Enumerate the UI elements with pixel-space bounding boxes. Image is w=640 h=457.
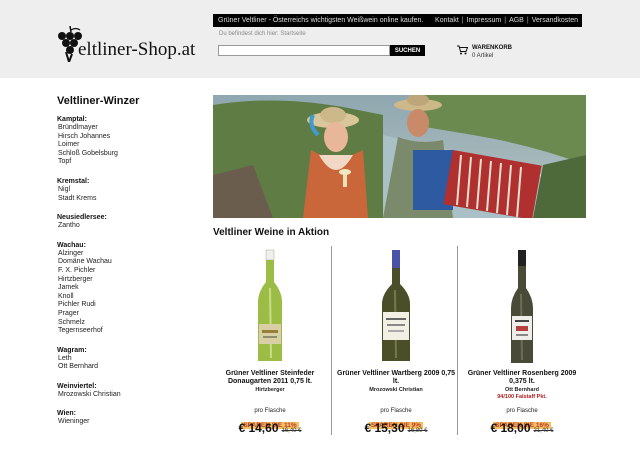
search-input[interactable] <box>218 45 390 56</box>
separator: | <box>461 17 464 24</box>
sidebar: Veltliner-Winzer Kamptal: Bründlmayer Hi… <box>57 95 197 437</box>
breadcrumb: Du befindest dich hier: Startseite <box>219 31 306 37</box>
search-button[interactable]: SUCHEN <box>390 45 425 56</box>
grapes-logo-icon <box>58 26 82 62</box>
wine-bottle-icon <box>511 250 533 363</box>
price-row: € 18,00 21,40 € <box>463 421 581 435</box>
hero-banner-image <box>213 95 586 218</box>
old-price: 16,40 € <box>281 428 302 434</box>
winery-link[interactable]: Loimer <box>57 141 197 150</box>
product-card[interactable]: Grüner Veltliner Wartberg 2009 0,75 lt. … <box>337 245 455 435</box>
tagline: Grüner Veltliner - Österreichs wichtigst… <box>218 17 424 24</box>
product-card[interactable]: Grüner Veltliner Steinfeder Donaugarten … <box>211 245 329 435</box>
winery-link[interactable]: Mrozowski Christian <box>57 391 197 400</box>
winery-link[interactable]: F. X. Pichler <box>57 267 197 276</box>
winery-link[interactable]: Hirtzberger <box>57 276 197 285</box>
cart-title: WARENKORB <box>472 45 512 51</box>
old-price: 16,80 € <box>407 428 428 434</box>
product-name[interactable]: Grüner Veltliner Rosenberg 2009 0,375 lt… <box>463 370 581 386</box>
header: eltliner-Shop.at Grüner Veltliner - Öste… <box>0 0 640 78</box>
product-producer: Mrozowski Christian <box>369 387 423 393</box>
winery-link[interactable]: Alzinger <box>57 250 197 259</box>
product-card[interactable]: Grüner Veltliner Rosenberg 2009 0,375 lt… <box>463 245 581 435</box>
region-wien: Wien: Wieninger <box>57 409 197 427</box>
winery-link[interactable]: Zantho <box>57 222 197 231</box>
winery-link[interactable]: Leth <box>57 355 197 364</box>
cart-count: 0 Artikel <box>472 53 494 59</box>
region-wagram: Wagram: Leth Ott Bernhard <box>57 346 197 372</box>
price: € 18,00 <box>490 421 531 435</box>
old-price: 21,40 € <box>533 428 554 434</box>
price: € 14,60 <box>238 421 279 435</box>
winery-link[interactable]: Nigl <box>57 186 197 195</box>
separator: | <box>526 17 529 24</box>
region-title: Neusiedlersee: <box>57 214 107 222</box>
winery-link[interactable]: Topf <box>57 158 197 167</box>
region-weinviertel: Weinviertel: Mrozowski Christian <box>57 382 197 400</box>
winery-link[interactable]: Schloß Gobelsburg <box>57 150 197 159</box>
link-impressum[interactable]: Impressum <box>467 17 502 24</box>
top-links: Kontakt | Impressum | AGB | Versandkoste… <box>435 17 582 24</box>
winery-link[interactable]: Tegernseerhof <box>57 327 197 336</box>
product-image[interactable] <box>337 248 455 366</box>
winery-link[interactable]: Schmelz <box>57 319 197 328</box>
shopping-cart-icon <box>457 45 468 55</box>
product-producer: Hirtzberger <box>255 387 285 393</box>
product-divider <box>331 246 332 435</box>
winery-link[interactable]: Domäne Wachau <box>57 258 197 267</box>
site-logo[interactable]: eltliner-Shop.at <box>56 22 195 62</box>
product-image[interactable] <box>211 248 329 366</box>
link-versandkosten[interactable]: Versandkosten <box>532 17 578 24</box>
region-wachau: Wachau: Alzinger Domäne Wachau F. X. Pic… <box>57 241 197 336</box>
region-kremstal: Kremstal: Nigl Stadt Krems <box>57 177 197 203</box>
product-producer: Ott Bernhard <box>505 387 539 393</box>
price: € 15,30 <box>364 421 405 435</box>
region-title: Weinviertel: <box>57 382 97 390</box>
price-row: € 14,60 16,40 € <box>211 421 329 435</box>
region-neusiedlersee: Neusiedlersee: Zantho <box>57 213 197 231</box>
sidebar-title: Veltliner-Winzer <box>57 95 140 107</box>
cart[interactable]: WARENKORB 0 Artikel <box>457 44 512 60</box>
winery-link[interactable]: Prager <box>57 310 197 319</box>
winery-link[interactable]: Wieninger <box>57 418 197 427</box>
top-bar: Grüner Veltliner - Österreichs wichtigst… <box>213 14 582 27</box>
winery-link[interactable]: Pichler Rudi <box>57 301 197 310</box>
wine-bottle-icon <box>382 250 410 361</box>
winery-link[interactable]: Jamek <box>57 284 197 293</box>
logo-text: eltliner-Shop.at <box>78 39 196 60</box>
hero-photo <box>213 95 586 218</box>
section-title: Veltliner Weine in Aktion <box>213 227 330 238</box>
product-name[interactable]: Grüner Veltliner Wartberg 2009 0,75 lt. <box>337 370 455 386</box>
winery-link[interactable]: Knoll <box>57 293 197 302</box>
region-kamptal: Kamptal: Bründlmayer Hirsch Johannes Loi… <box>57 115 197 167</box>
award-text: 94/100 Falstaff Pkt. <box>497 394 547 400</box>
product-image[interactable] <box>463 248 581 366</box>
link-kontakt[interactable]: Kontakt <box>435 17 459 24</box>
winery-link[interactable]: Bründlmayer <box>57 124 197 133</box>
product-divider <box>457 246 458 435</box>
product-name[interactable]: Grüner Veltliner Steinfeder Donaugarten … <box>211 370 329 386</box>
link-agb[interactable]: AGB <box>509 17 524 24</box>
winery-link[interactable]: Stadt Krems <box>57 195 197 204</box>
winery-link[interactable]: Hirsch Johannes <box>57 133 197 142</box>
region-title: Wachau: <box>57 241 86 249</box>
wine-bottle-icon <box>258 249 282 361</box>
region-title: Wagram: <box>57 346 87 354</box>
price-row: € 15,30 16,80 € <box>337 421 455 435</box>
winery-link[interactable]: Ott Bernhard <box>57 363 197 372</box>
region-title: Wien: <box>57 410 76 418</box>
separator: | <box>504 17 507 24</box>
region-title: Kamptal: <box>57 116 87 123</box>
region-title: Kremstal: <box>57 177 90 185</box>
